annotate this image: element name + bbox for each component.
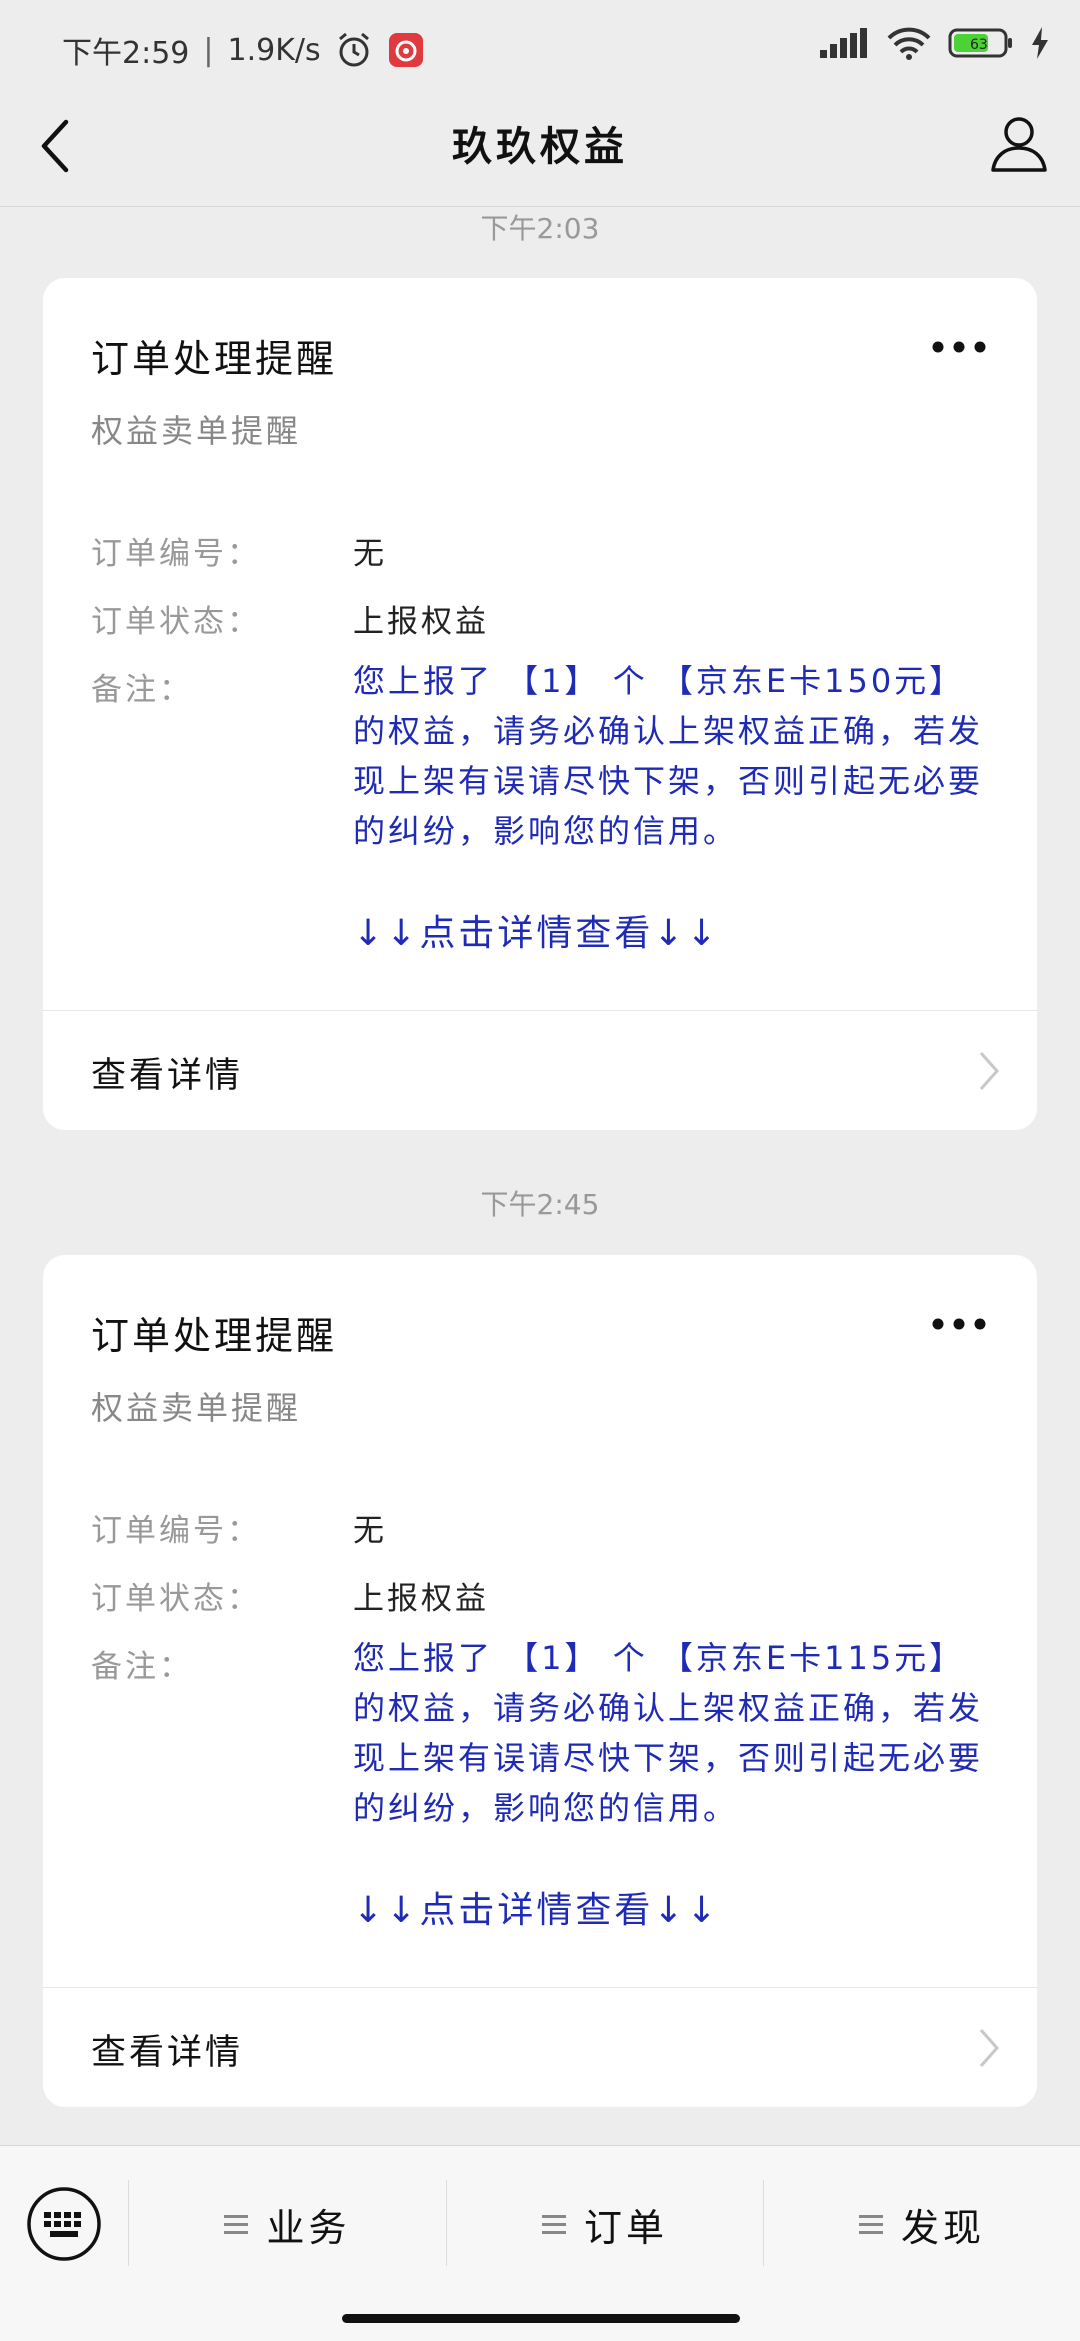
detail-hint: ↓↓点击详情查看↓↓ <box>353 1890 720 1931</box>
chevron-right-icon <box>979 2029 1000 2067</box>
status-bar: 下午2:59 | 1.9K/s 63 <box>0 0 1080 90</box>
alarm-icon <box>338 32 369 67</box>
order-number-row: 订单编号： 无 <box>91 1505 387 1550</box>
music-app-icon <box>388 33 423 67</box>
wifi-icon <box>887 27 931 60</box>
card-subtitle: 权益卖单提醒 <box>91 412 302 450</box>
view-detail-row[interactable]: 查看详情 <box>43 1011 1037 1130</box>
tab-orders[interactable]: 订单 <box>447 2176 763 2272</box>
order-status-label: 订单状态： <box>91 1581 261 1617</box>
menu-icon <box>224 2215 249 2234</box>
tab-business[interactable]: 业务 <box>129 2176 446 2272</box>
order-status-value: 上报权益 <box>353 1581 489 1617</box>
more-dots-icon[interactable] <box>931 1317 987 1331</box>
card-subtitle: 权益卖单提醒 <box>91 1389 302 1427</box>
keyboard-icon[interactable] <box>26 2186 102 2262</box>
card-title: 订单处理提醒 <box>91 337 338 381</box>
order-status-row: 订单状态： 上报权益 <box>91 596 489 641</box>
tab-label: 业务 <box>266 2205 351 2250</box>
remark-text: 您上报了 【1】 个 【京东E卡150元】 的权益，请务必确认上架权益正确，若发… <box>353 662 984 850</box>
charging-icon <box>1032 27 1048 59</box>
status-right: 63 <box>820 26 1050 60</box>
view-detail-label: 查看详情 <box>91 2033 244 2073</box>
menu-icon <box>858 2215 883 2234</box>
remark-label: 备注： <box>91 1649 193 1685</box>
home-indicator[interactable] <box>342 2314 740 2323</box>
order-number-label: 订单编号： <box>91 536 261 572</box>
view-detail-row[interactable]: 查看详情 <box>43 1988 1037 2107</box>
tab-discover[interactable]: 发现 <box>764 2176 1080 2272</box>
tab-label: 发现 <box>900 2205 985 2250</box>
message-time: 下午2:45 <box>480 1188 600 1221</box>
more-dots-icon[interactable] <box>931 340 987 354</box>
card-title: 订单处理提醒 <box>91 1314 338 1358</box>
order-number-value: 无 <box>353 1513 387 1549</box>
chevron-right-icon <box>979 1052 1000 1090</box>
detail-hint: ↓↓点击详情查看↓↓ <box>353 913 720 954</box>
message-card: 订单处理提醒 权益卖单提醒 订单编号： 无 订单状态： 上报权益 备注： 您上报了 … <box>43 1255 1037 2107</box>
status-time: 下午2:59 <box>62 36 190 71</box>
battery-icon: 63 <box>948 28 1012 58</box>
menu-icon <box>541 2215 566 2234</box>
network-speed: 1.9K/s <box>227 32 321 68</box>
page-title: 玖玖权益 <box>452 124 628 170</box>
bottom-menu-bar: 业务 订单 发现 <box>0 2145 1080 2341</box>
order-status-row: 订单状态： 上报权益 <box>91 1573 489 1618</box>
order-status-value: 上报权益 <box>353 604 489 640</box>
tab-label: 订单 <box>583 2205 668 2250</box>
order-number-label: 订单编号： <box>91 1513 261 1549</box>
order-number-value: 无 <box>353 536 387 572</box>
signal-icon <box>820 28 867 58</box>
remark-label: 备注： <box>91 672 193 708</box>
view-detail-label: 查看详情 <box>91 1056 244 1096</box>
status-left: 下午2:59 | 1.9K/s <box>62 28 425 72</box>
svg-text:63: 63 <box>970 37 988 53</box>
message-time: 下午2:03 <box>480 212 600 245</box>
remark-text: 您上报了 【1】 个 【京东E卡115元】 的权益，请务必确认上架权益正确，若发… <box>353 1639 984 1827</box>
order-status-label: 订单状态： <box>91 604 261 640</box>
order-number-row: 订单编号： 无 <box>91 528 387 573</box>
message-card: 订单处理提醒 权益卖单提醒 订单编号： 无 订单状态： 上报权益 备注： 您上报了 … <box>43 278 1037 1130</box>
user-icon[interactable] <box>988 112 1050 174</box>
nav-bar: 玖玖权益 <box>0 90 1080 207</box>
